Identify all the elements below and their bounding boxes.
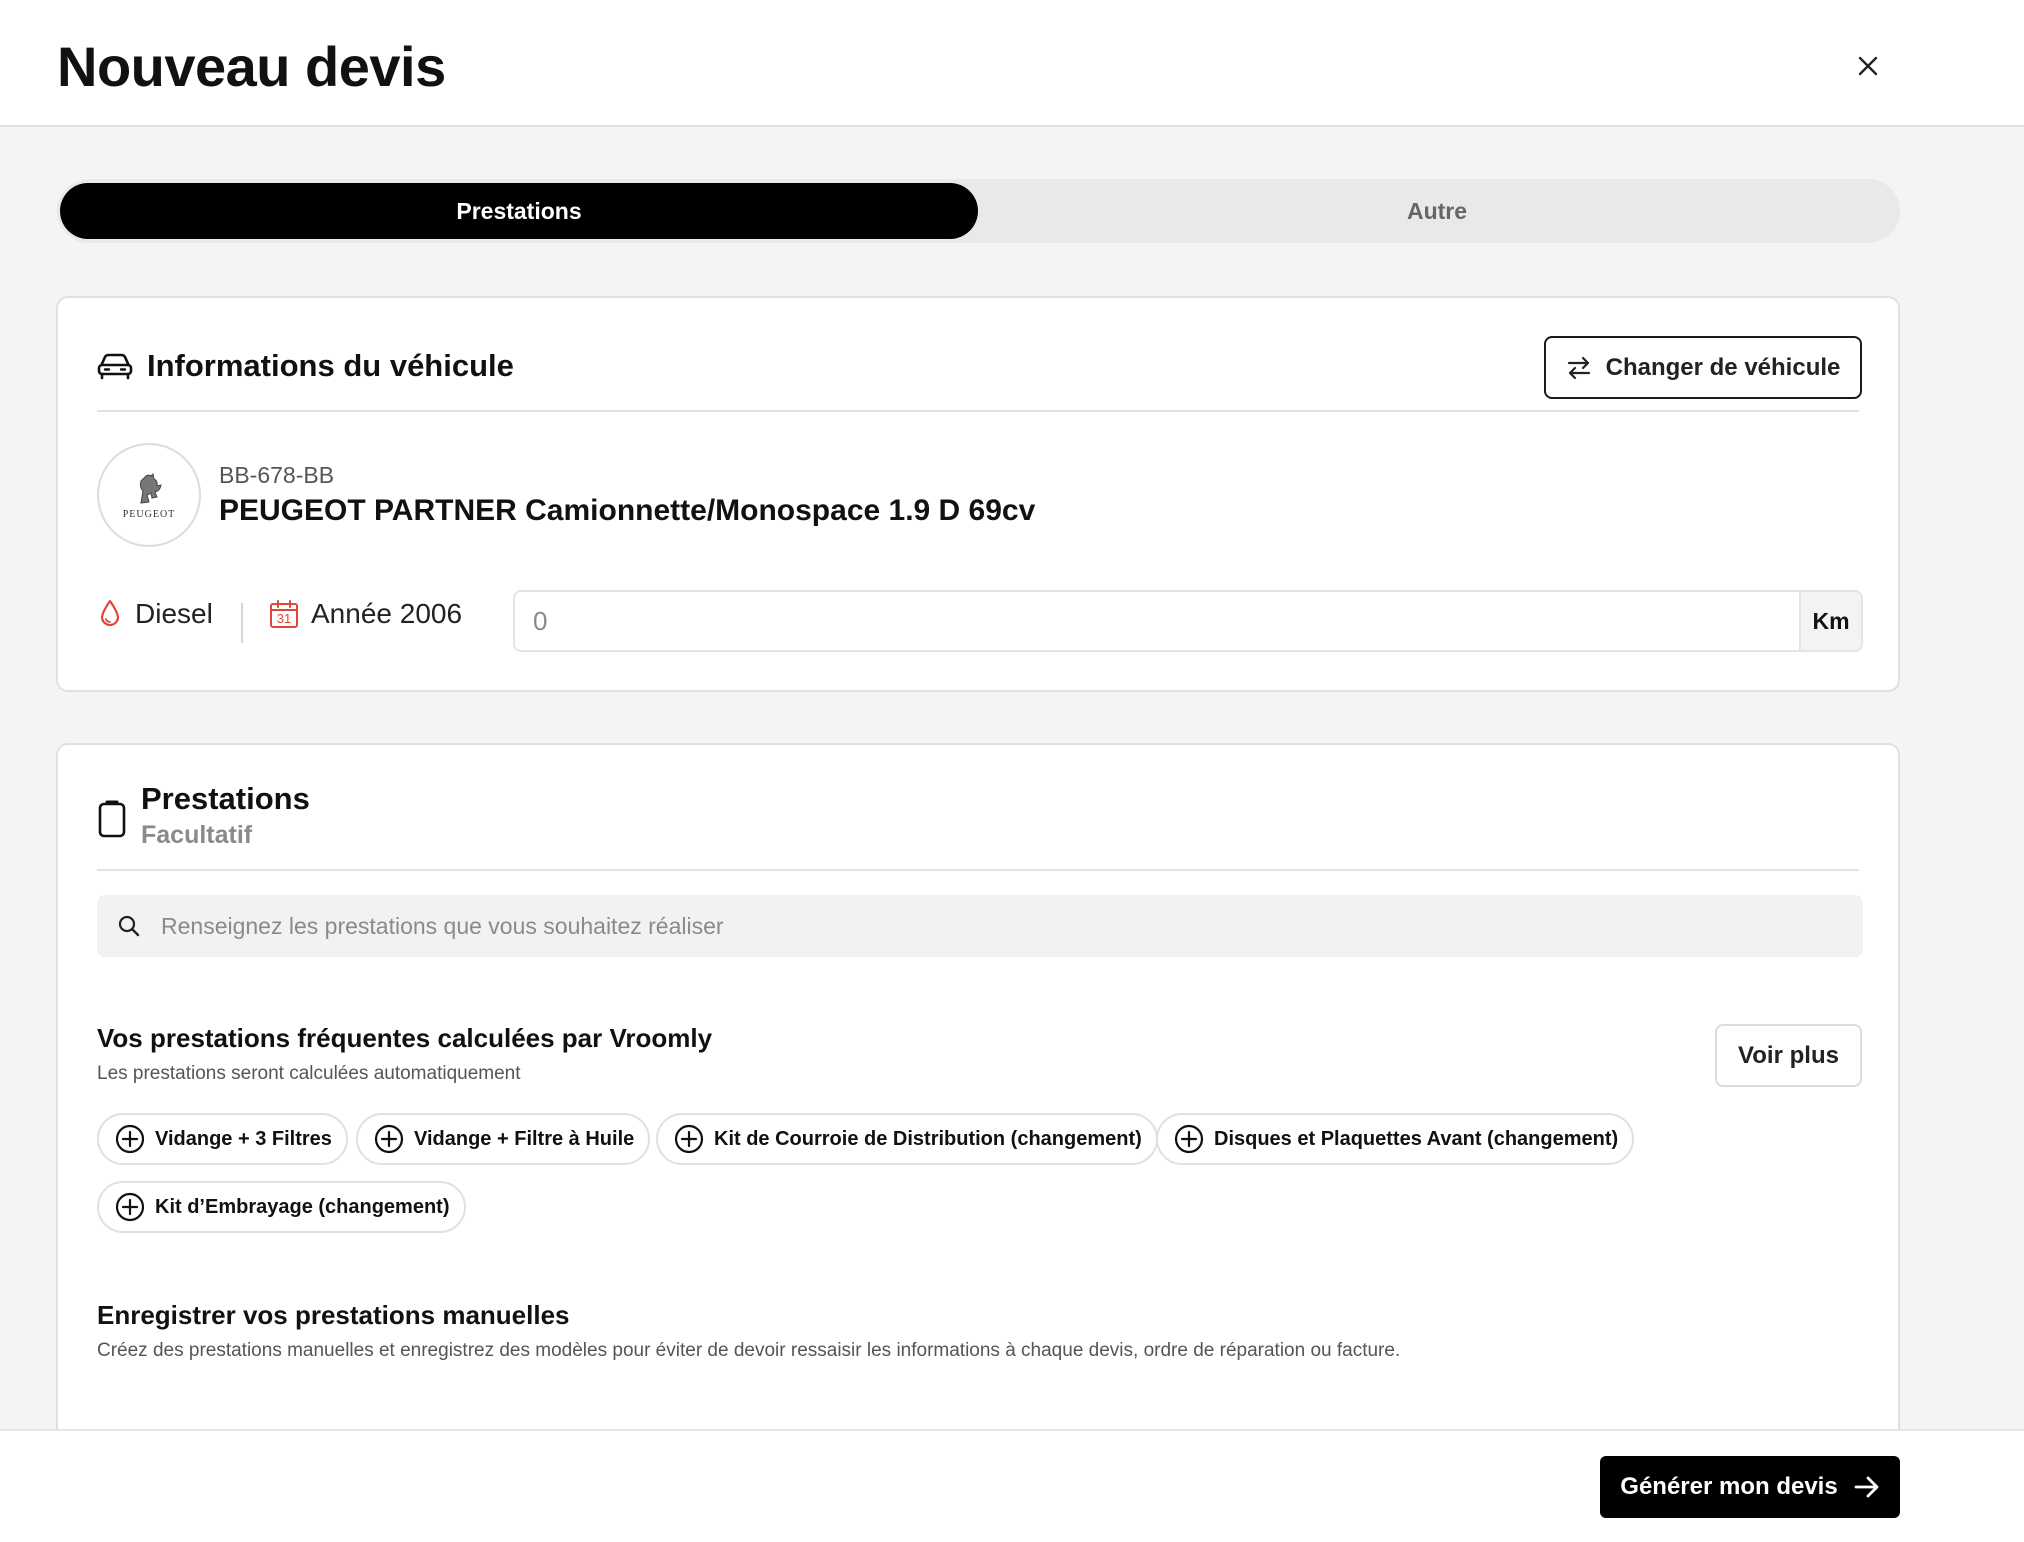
chip-vidange-3-filtres[interactable]: Vidange + 3 Filtres [97,1113,348,1165]
prestations-optional-label: Facultatif [141,821,253,849]
plus-circle-icon [374,1124,404,1154]
generate-quote-button[interactable]: Générer mon devis [1600,1456,1900,1518]
fuel-type: Diesel [135,598,213,629]
swap-arrows-icon [1567,356,1590,379]
calendar-icon: 31 [269,599,299,629]
manual-title: Enregistrer vos prestations manuelles [97,1300,570,1330]
vehicle-divider [97,410,1859,412]
brand-logo: PEUGEOT [97,443,201,547]
close-icon [1858,56,1878,76]
chip-label: Disques et Plaquettes Avant (changement) [1214,1127,1619,1150]
see-more-button[interactable]: Voir plus [1715,1024,1862,1087]
meta-separator [241,603,243,643]
mileage-field: Km [513,590,1863,652]
prestations-section-title: Prestations [141,781,310,816]
frequent-title: Vos prestations fréquentes calculées par… [97,1023,713,1053]
chip-label: Kit d’Embrayage (changement) [155,1195,450,1218]
license-plate: BB-678-BB [219,462,335,488]
fuel-drop-icon [100,599,120,627]
chip-kit-courroie[interactable]: Kit de Courroie de Distribution (changem… [656,1113,1158,1165]
prestations-divider [97,869,1859,871]
see-more-label: Voir plus [1738,1041,1839,1069]
vehicle-section-header: Informations du véhicule [97,348,514,384]
vehicle-card: Informations du véhicule Changer de véhi… [56,296,1900,692]
change-vehicle-label: Changer de véhicule [1605,353,1841,381]
vehicle-model: PEUGEOT PARTNER Camionnette/Monospace 1.… [219,494,1036,527]
plus-circle-icon [674,1124,704,1154]
fuel-info: Diesel [97,598,213,630]
prestations-section-header: Prestations Facultatif [97,781,310,850]
mileage-unit: Km [1799,592,1861,650]
search-icon [118,915,140,937]
chip-disques-plaquettes[interactable]: Disques et Plaquettes Avant (changement) [1156,1113,1635,1165]
clipboard-icon [98,800,126,838]
tab-switcher: Prestations Autre [57,179,1900,243]
chip-label: Vidange + Filtre à Huile [414,1127,635,1150]
arrow-right-icon [1854,1476,1879,1498]
prestations-card: Prestations Facultatif Vos prestations f… [56,743,1900,1443]
calendar-day: 31 [276,611,292,626]
chip-vidange-filtre-huile[interactable]: Vidange + Filtre à Huile [356,1113,651,1165]
plus-circle-icon [115,1192,145,1222]
tab-prestations[interactable]: Prestations [60,183,978,239]
manual-subtitle: Créez des prestations manuelles et enreg… [97,1340,1401,1361]
tab-autre[interactable]: Autre [978,183,1896,239]
year-info: 31 Année 2006 [269,598,462,630]
frequent-subtitle: Les prestations seront calculées automat… [97,1063,521,1084]
plus-circle-icon [1174,1124,1204,1154]
prestations-search-input[interactable] [141,895,1863,957]
change-vehicle-button[interactable]: Changer de véhicule [1544,336,1862,399]
modal-footer: Générer mon devis [0,1429,2024,1542]
vehicle-year: Année 2006 [311,598,463,629]
brand-logo-text: PEUGEOT [122,508,176,520]
car-icon [97,353,133,380]
peugeot-lion-icon [139,472,162,504]
chip-label: Vidange + 3 Filtres [155,1127,332,1150]
plus-circle-icon [115,1124,145,1154]
chip-kit-embrayage[interactable]: Kit d’Embrayage (changement) [97,1181,466,1233]
mileage-input[interactable] [515,592,1799,650]
vehicle-section-title: Informations du véhicule [147,348,514,383]
generate-quote-label: Générer mon devis [1620,1473,1838,1500]
chip-label: Kit de Courroie de Distribution (changem… [714,1127,1142,1150]
page-title: Nouveau devis [57,35,446,98]
prestations-search [97,895,1863,957]
close-button[interactable] [1848,46,1888,86]
modal-header: Nouveau devis [0,0,2024,127]
